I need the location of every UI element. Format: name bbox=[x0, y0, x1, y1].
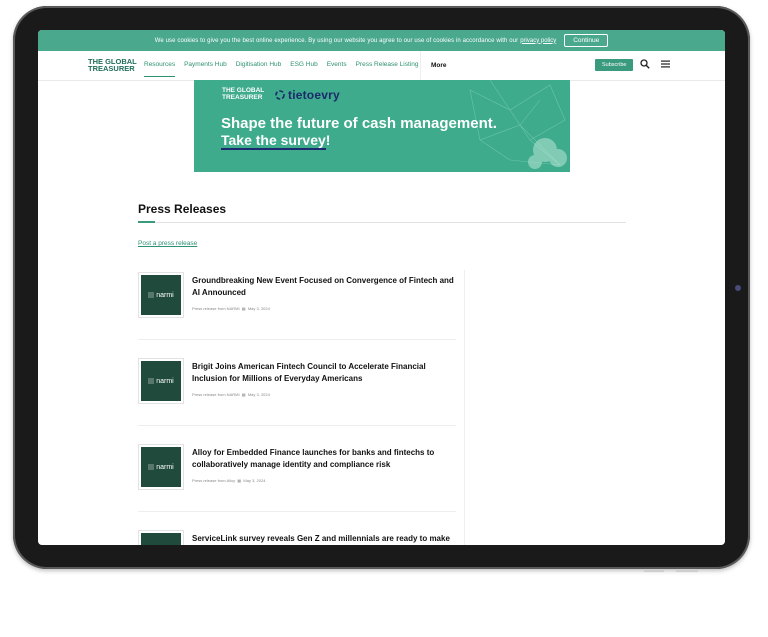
calendar-icon: ▦ bbox=[240, 306, 247, 311]
main-nav: Resources Payments Hub Digitisation Hub … bbox=[144, 61, 418, 77]
hamburger-menu-icon[interactable] bbox=[661, 60, 670, 68]
item-divider bbox=[138, 425, 456, 426]
cookie-banner: We use cookies to give you the best onli… bbox=[38, 30, 725, 51]
search-icon[interactable] bbox=[640, 59, 650, 69]
cookie-message: We use cookies to give you the best onli… bbox=[154, 37, 519, 44]
press-release-source: Press release from NARMI bbox=[192, 306, 240, 311]
camera-dot bbox=[735, 285, 741, 291]
item-divider bbox=[138, 511, 456, 512]
take-survey-link[interactable]: Take the survey bbox=[221, 132, 326, 150]
tietoevry-logo-icon bbox=[275, 90, 285, 100]
banner-headline: Shape the future of cash management. bbox=[221, 115, 497, 132]
partner-name: tietoevry bbox=[288, 88, 340, 102]
survey-banner[interactable]: THE GLOBAL TREASURER tietoevry Shape the… bbox=[194, 80, 570, 172]
thumbnail-label: narmi bbox=[156, 463, 174, 471]
nav-esg-hub[interactable]: ESG Hub bbox=[290, 61, 317, 77]
nav-press-release-listing[interactable]: Press Release Listing bbox=[356, 61, 419, 77]
calendar-icon: ▦ bbox=[236, 478, 243, 483]
narmi-grid-icon bbox=[148, 292, 155, 298]
press-release-title[interactable]: Alloy for Embedded Finance launches for … bbox=[192, 447, 458, 471]
title-accent-bar bbox=[138, 221, 155, 223]
press-release-meta: Press release from NARMI ▦ May 3, 2024 bbox=[192, 392, 270, 397]
nav-events[interactable]: Events bbox=[327, 61, 347, 77]
cookie-continue-button[interactable]: Continue bbox=[564, 34, 609, 47]
press-release-meta: Press release from NARMI ▦ May 3, 2024 bbox=[192, 306, 270, 311]
banner-logo-line2: TREASURER bbox=[222, 93, 263, 101]
press-release-date: May 3, 2024 bbox=[247, 306, 270, 311]
site-header: THE GLOBAL TREASURER Resources Payments … bbox=[38, 51, 725, 81]
press-release-date: May 3, 2024 bbox=[247, 392, 270, 397]
item-divider bbox=[138, 339, 456, 340]
tablet-button bbox=[644, 570, 664, 572]
post-press-release-link[interactable]: Post a press release bbox=[138, 240, 197, 247]
press-release-thumbnail[interactable] bbox=[138, 530, 184, 545]
browser-screen: We use cookies to give you the best onli… bbox=[38, 30, 725, 545]
nav-resources[interactable]: Resources bbox=[144, 61, 176, 77]
calendar-icon: ▦ bbox=[240, 392, 247, 397]
narmi-grid-icon bbox=[148, 378, 155, 384]
press-release-title[interactable]: Brigit Joins American Fintech Council to… bbox=[192, 361, 458, 385]
press-release-source: Press release from NARMI bbox=[192, 392, 240, 397]
thumbnail-label: narmi bbox=[156, 377, 174, 385]
press-release-meta: Press release from Alloy ▦ May 3, 2024 bbox=[192, 478, 265, 483]
title-divider bbox=[138, 222, 626, 223]
page-title: Press Releases bbox=[138, 202, 227, 216]
nav-payments-hub[interactable]: Payments Hub bbox=[184, 61, 227, 77]
subscribe-button[interactable]: Subscribe bbox=[595, 59, 634, 71]
press-release-thumbnail[interactable]: narmi bbox=[138, 272, 184, 318]
press-release-thumbnail[interactable]: narmi bbox=[138, 358, 184, 404]
banner-cta: Take the survey! bbox=[221, 132, 331, 150]
privacy-policy-link[interactable]: privacy policy bbox=[520, 38, 556, 44]
press-release-thumbnail[interactable]: narmi bbox=[138, 444, 184, 490]
column-divider bbox=[464, 270, 465, 545]
site-logo[interactable]: THE GLOBAL TREASURER bbox=[88, 58, 137, 73]
press-release-source: Press release from Alloy bbox=[192, 478, 236, 483]
tablet-button bbox=[676, 570, 698, 572]
press-release-title[interactable]: Groundbreaking New Event Focused on Conv… bbox=[192, 275, 458, 299]
press-release-title[interactable]: ServiceLink survey reveals Gen Z and mil… bbox=[192, 533, 458, 545]
nav-more[interactable]: More bbox=[420, 51, 447, 80]
logo-line2: TREASURER bbox=[88, 64, 135, 73]
press-release-date: May 3, 2024 bbox=[243, 478, 266, 483]
narmi-grid-icon bbox=[148, 464, 155, 470]
thumbnail-label: narmi bbox=[156, 291, 174, 299]
nav-digitisation-hub[interactable]: Digitisation Hub bbox=[236, 61, 282, 77]
banner-logo: THE GLOBAL TREASURER bbox=[222, 87, 264, 101]
banner-cta-tail: ! bbox=[325, 132, 331, 148]
